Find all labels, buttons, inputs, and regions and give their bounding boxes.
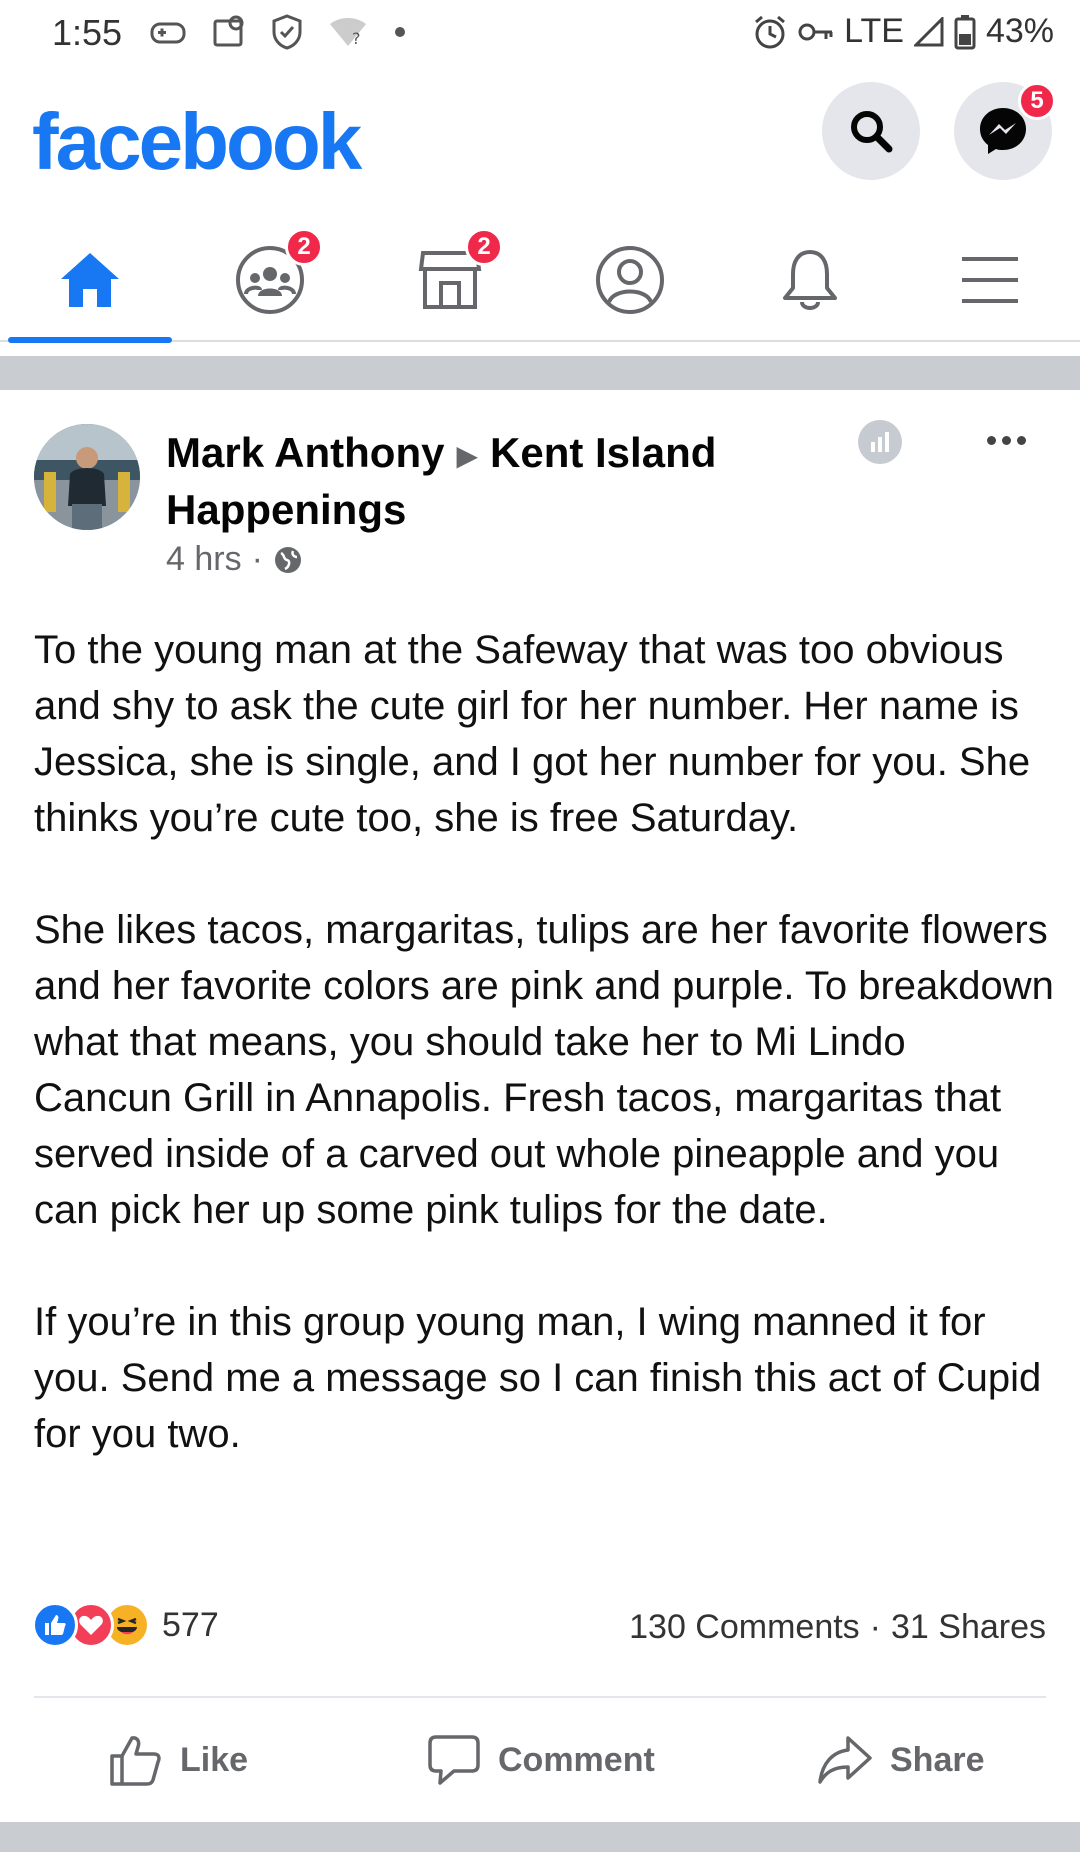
bell-icon bbox=[783, 250, 837, 310]
battery-level: 43% bbox=[985, 12, 1054, 50]
shares-count[interactable]: 31 Shares bbox=[891, 1608, 1046, 1647]
post-text: To the young man at the Safeway that was… bbox=[34, 622, 1054, 1462]
profile-icon bbox=[596, 246, 664, 314]
tab-profile[interactable] bbox=[555, 230, 705, 330]
status-time: 1:55 bbox=[52, 12, 123, 53]
hamburger-icon bbox=[962, 257, 1018, 303]
arrow-right-icon: ▶ bbox=[456, 439, 479, 471]
more-dot bbox=[1001, 435, 1011, 445]
like-reaction-icon bbox=[32, 1602, 78, 1648]
comment-button[interactable]: Comment bbox=[426, 1720, 655, 1800]
facebook-logo[interactable]: facebook bbox=[32, 96, 362, 188]
like-button[interactable]: Like bbox=[108, 1720, 248, 1800]
nav-tabs: 2 2 bbox=[0, 206, 1080, 343]
status-right: LTE 43% bbox=[752, 12, 1054, 51]
battery-icon bbox=[954, 14, 976, 49]
game-controller-icon bbox=[150, 22, 186, 44]
post-paragraph: If you’re in this group young man, I win… bbox=[34, 1300, 1042, 1456]
post-actions: Like Comment Share bbox=[0, 1700, 1080, 1820]
share-button[interactable]: Share bbox=[816, 1720, 985, 1800]
tab-marketplace[interactable]: 2 bbox=[375, 228, 525, 330]
shield-icon bbox=[272, 14, 302, 50]
status-notification-icons: ? bbox=[150, 14, 406, 50]
reaction-count: 577 bbox=[162, 1605, 219, 1644]
feed-divider bbox=[0, 356, 1080, 390]
network-type: LTE bbox=[844, 12, 904, 50]
active-tab-indicator bbox=[8, 337, 172, 343]
bar-chart-icon bbox=[871, 432, 889, 452]
actions-divider bbox=[34, 1696, 1046, 1698]
groups-badge: 2 bbox=[285, 228, 323, 266]
signal-icon bbox=[913, 16, 944, 46]
svg-text:?: ? bbox=[352, 29, 361, 48]
more-dot bbox=[1016, 435, 1026, 445]
wifi-question-icon: ? bbox=[330, 18, 366, 48]
feed-divider-bottom bbox=[0, 1822, 1080, 1852]
tab-menu[interactable] bbox=[915, 230, 1065, 330]
app-header: facebook 5 bbox=[0, 66, 1080, 206]
home-icon bbox=[61, 253, 119, 307]
engagement-counts: 130 Comments · 31 Shares bbox=[629, 1608, 1046, 1647]
post-insights-button[interactable] bbox=[858, 420, 902, 464]
post-paragraph: She likes tacos, margaritas, tulips are … bbox=[34, 908, 1054, 1232]
meta-separator: · bbox=[251, 540, 263, 578]
marketplace-badge: 2 bbox=[465, 228, 503, 266]
key-icon bbox=[798, 23, 833, 40]
share-label: Share bbox=[890, 1740, 985, 1779]
more-dot bbox=[986, 435, 996, 445]
messenger-button[interactable]: 5 bbox=[954, 82, 1056, 180]
post-meta: 4 hrs · bbox=[166, 540, 303, 579]
status-bar: 1:55 ? LTE 43% bbox=[0, 0, 1080, 66]
post-paragraph: To the young man at the Safeway that was… bbox=[34, 628, 1031, 840]
author-name[interactable]: Mark Anthony bbox=[166, 429, 444, 476]
dot-icon bbox=[395, 27, 405, 37]
more-options-button[interactable] bbox=[976, 420, 1036, 460]
tab-notifications[interactable] bbox=[735, 230, 885, 330]
post-header-title: Mark Anthony ▶ Kent Island Happenings bbox=[166, 426, 766, 537]
share-icon bbox=[818, 1736, 872, 1784]
comment-icon bbox=[428, 1735, 480, 1785]
search-icon bbox=[851, 111, 893, 153]
like-label: Like bbox=[180, 1740, 249, 1779]
tab-home[interactable] bbox=[15, 230, 165, 330]
counts-separator: · bbox=[869, 1608, 881, 1646]
alarm-icon bbox=[755, 15, 786, 48]
map-icon bbox=[213, 15, 244, 47]
comment-label: Comment bbox=[498, 1740, 655, 1779]
comments-count[interactable]: 130 Comments bbox=[629, 1608, 860, 1647]
tab-groups[interactable]: 2 bbox=[195, 228, 345, 330]
reactions-summary[interactable]: 577 bbox=[32, 1602, 219, 1648]
post-time[interactable]: 4 hrs bbox=[166, 540, 242, 579]
avatar[interactable] bbox=[34, 424, 140, 530]
thumbs-up-icon bbox=[110, 1736, 161, 1786]
avatar-photo bbox=[34, 424, 140, 530]
search-button[interactable] bbox=[822, 82, 920, 180]
globe-icon bbox=[274, 546, 301, 573]
messenger-badge: 5 bbox=[1018, 82, 1056, 120]
